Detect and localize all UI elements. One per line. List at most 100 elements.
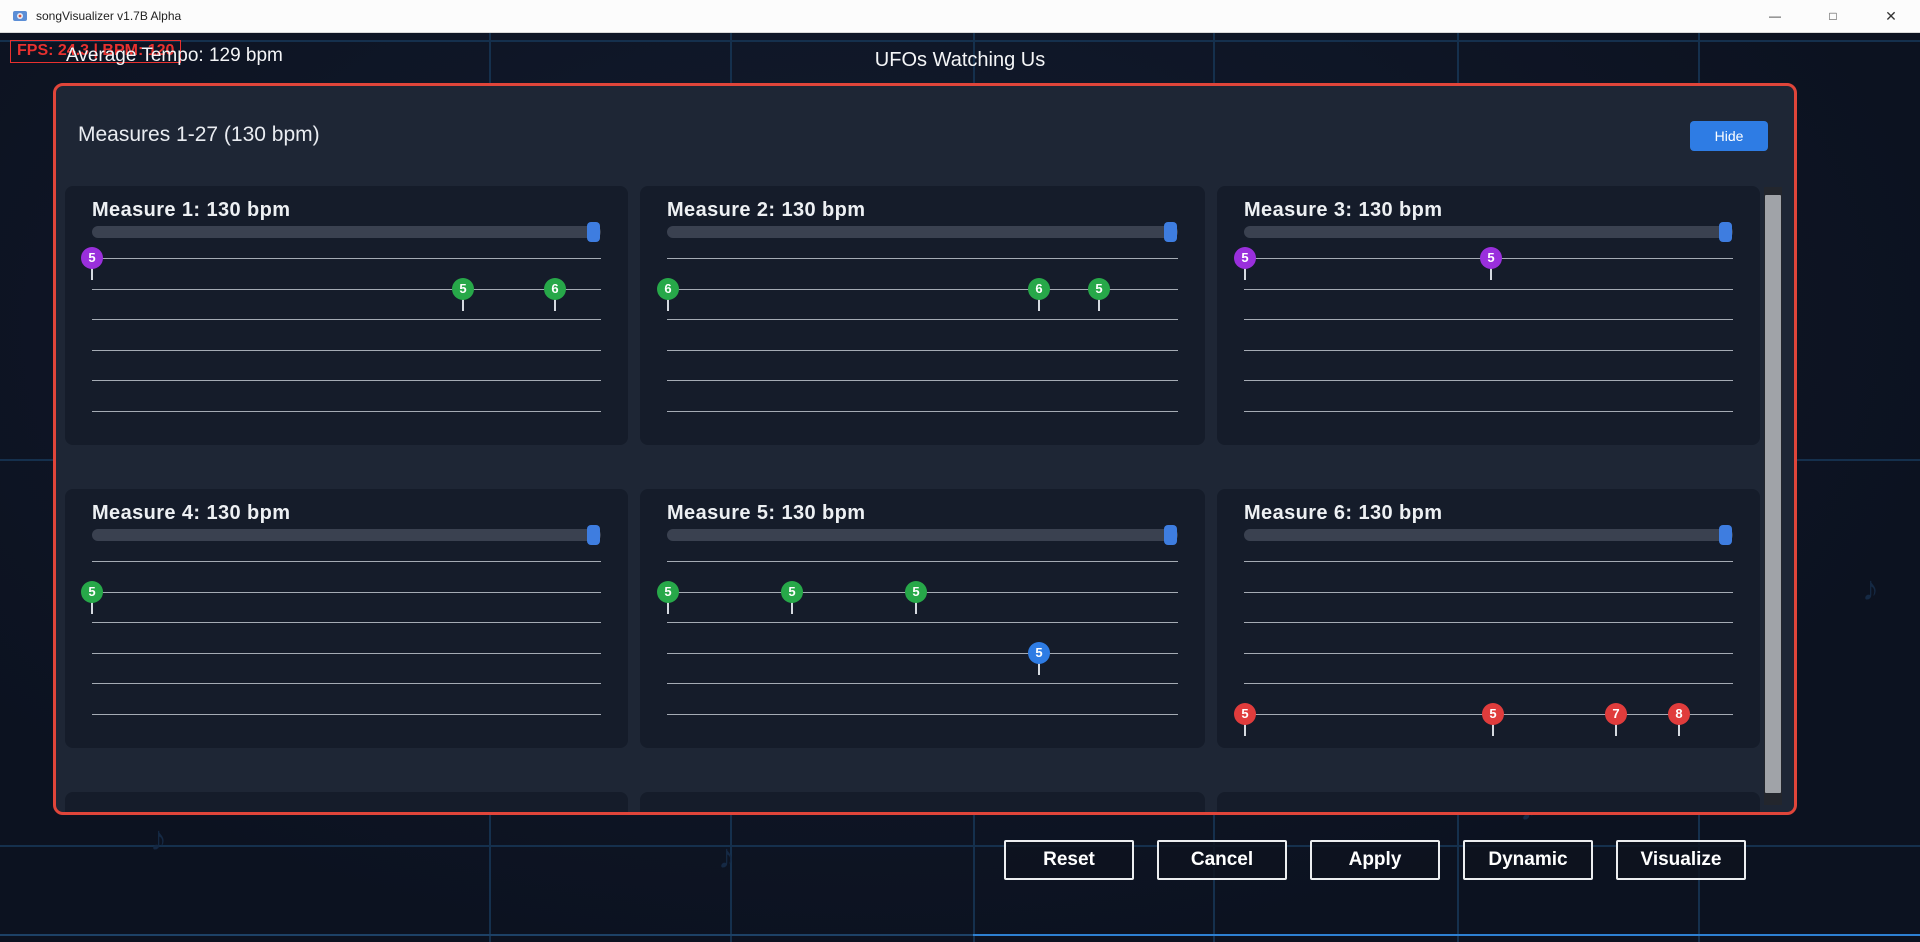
staff-line <box>667 714 1178 715</box>
app-root: ♪♪♪♪♪ songVisualizer v1.7B Alpha — □ ✕ F… <box>0 0 1920 942</box>
note-marker[interactable]: 5 <box>905 581 927 603</box>
minimize-button[interactable]: — <box>1746 0 1804 32</box>
staff-line <box>92 411 601 412</box>
staff-line <box>92 319 601 320</box>
app-icon <box>12 8 28 24</box>
note-marker[interactable]: 5 <box>81 581 103 603</box>
staff-line <box>667 319 1178 320</box>
cancel-button[interactable]: Cancel <box>1157 840 1287 880</box>
measures-panel: Measures 1-27 (130 bpm) Hide Measure 1: … <box>53 83 1797 815</box>
note-marker[interactable]: 6 <box>1028 278 1050 300</box>
staff-line <box>667 622 1178 623</box>
staff-line <box>1244 411 1733 412</box>
staff-line <box>92 592 601 593</box>
staff-line <box>667 258 1178 259</box>
staff-line <box>92 380 601 381</box>
dynamic-button[interactable]: Dynamic <box>1463 840 1593 880</box>
note-marker[interactable]: 8 <box>1668 703 1690 725</box>
grid-line-horizontal-bright <box>0 934 973 936</box>
staff-line <box>667 653 1178 654</box>
staff-line <box>1244 653 1733 654</box>
tempo-slider-handle[interactable] <box>587 525 600 545</box>
measure-card-partial <box>1217 792 1760 815</box>
note-marker[interactable]: 5 <box>1028 642 1050 664</box>
note-marker[interactable]: 6 <box>657 278 679 300</box>
note-marker[interactable]: 6 <box>544 278 566 300</box>
window-titlebar: songVisualizer v1.7B Alpha — □ ✕ <box>0 0 1920 33</box>
apply-button[interactable]: Apply <box>1310 840 1440 880</box>
staff-line <box>1244 289 1733 290</box>
panel-title: Measures 1-27 (130 bpm) <box>78 123 320 147</box>
measure-title: Measure 4: 130 bpm <box>92 502 290 525</box>
staff-line <box>1244 622 1733 623</box>
note-marker[interactable]: 5 <box>1482 703 1504 725</box>
footer-actions: Reset Cancel Apply Dynamic Visualize <box>1004 840 1746 880</box>
measure-title: Measure 5: 130 bpm <box>667 502 865 525</box>
note-marker[interactable]: 5 <box>657 581 679 603</box>
staff-line <box>92 653 601 654</box>
note-marker[interactable]: 5 <box>1234 247 1256 269</box>
staff-line <box>1244 319 1733 320</box>
note-marker[interactable]: 7 <box>1605 703 1627 725</box>
average-tempo-label: Average Tempo: 129 bpm <box>66 45 283 67</box>
staff-line <box>1244 561 1733 562</box>
staff-line <box>1244 380 1733 381</box>
music-note-icon: ♪ <box>718 840 735 874</box>
grid-line-horizontal <box>0 40 1920 42</box>
tempo-slider[interactable] <box>667 529 1178 541</box>
measure-card: Measure 1: 130 bpm 5 5 6 <box>65 186 628 445</box>
staff-line <box>92 683 601 684</box>
staff-line <box>92 714 601 715</box>
grid-line-horizontal-bright <box>973 934 1920 936</box>
staff-line <box>92 350 601 351</box>
tempo-slider-handle[interactable] <box>1164 222 1177 242</box>
staff-line <box>667 561 1178 562</box>
note-marker[interactable]: 5 <box>452 278 474 300</box>
note-marker[interactable]: 5 <box>1234 703 1256 725</box>
measure-card-partial <box>65 792 628 815</box>
scrollbar-thumb[interactable] <box>1765 195 1781 793</box>
measure-card: Measure 6: 130 bpm5578 <box>1217 489 1760 748</box>
staff-line <box>1244 683 1733 684</box>
staff-line <box>1244 350 1733 351</box>
tempo-slider[interactable] <box>92 529 601 541</box>
measure-card: Measure 2: 130 bpm 6 6 5 <box>640 186 1205 445</box>
measure-title: Measure 3: 130 bpm <box>1244 199 1442 222</box>
music-note-icon: ♪ <box>1862 572 1879 606</box>
staff-line <box>667 380 1178 381</box>
measure-title: Measure 1: 130 bpm <box>92 199 290 222</box>
staff-line <box>667 683 1178 684</box>
tempo-slider[interactable] <box>92 226 601 238</box>
close-button[interactable]: ✕ <box>1862 0 1920 32</box>
tempo-slider-handle[interactable] <box>1164 525 1177 545</box>
measure-card: Measure 5: 130 bpm 5 5 5 5 <box>640 489 1205 748</box>
tempo-slider-handle[interactable] <box>587 222 600 242</box>
measure-card: Measure 3: 130 bpm 5 5 <box>1217 186 1760 445</box>
window-title: songVisualizer v1.7B Alpha <box>36 9 181 23</box>
staff-line <box>92 258 601 259</box>
hide-button[interactable]: Hide <box>1690 121 1768 151</box>
panel-scrollbar[interactable] <box>1764 187 1782 805</box>
note-marker[interactable]: 5 <box>781 581 803 603</box>
maximize-button[interactable]: □ <box>1804 0 1862 32</box>
window-controls: — □ ✕ <box>1746 0 1920 32</box>
titlebar-left: songVisualizer v1.7B Alpha <box>0 8 181 24</box>
tempo-slider[interactable] <box>1244 226 1733 238</box>
note-marker[interactable]: 5 <box>1088 278 1110 300</box>
staff-line <box>1244 592 1733 593</box>
tempo-slider-handle[interactable] <box>1719 525 1732 545</box>
staff-line <box>667 350 1178 351</box>
measure-title: Measure 2: 130 bpm <box>667 199 865 222</box>
tempo-slider[interactable] <box>667 226 1178 238</box>
visualize-button[interactable]: Visualize <box>1616 840 1746 880</box>
measure-card-partial <box>640 792 1205 815</box>
staff-line <box>92 289 601 290</box>
note-marker[interactable]: 5 <box>1480 247 1502 269</box>
song-title: UFOs Watching Us <box>0 49 1920 72</box>
staff-line <box>92 561 601 562</box>
tempo-slider-handle[interactable] <box>1719 222 1732 242</box>
tempo-slider[interactable] <box>1244 529 1733 541</box>
staff-line <box>92 622 601 623</box>
note-marker[interactable]: 5 <box>81 247 103 269</box>
reset-button[interactable]: Reset <box>1004 840 1134 880</box>
